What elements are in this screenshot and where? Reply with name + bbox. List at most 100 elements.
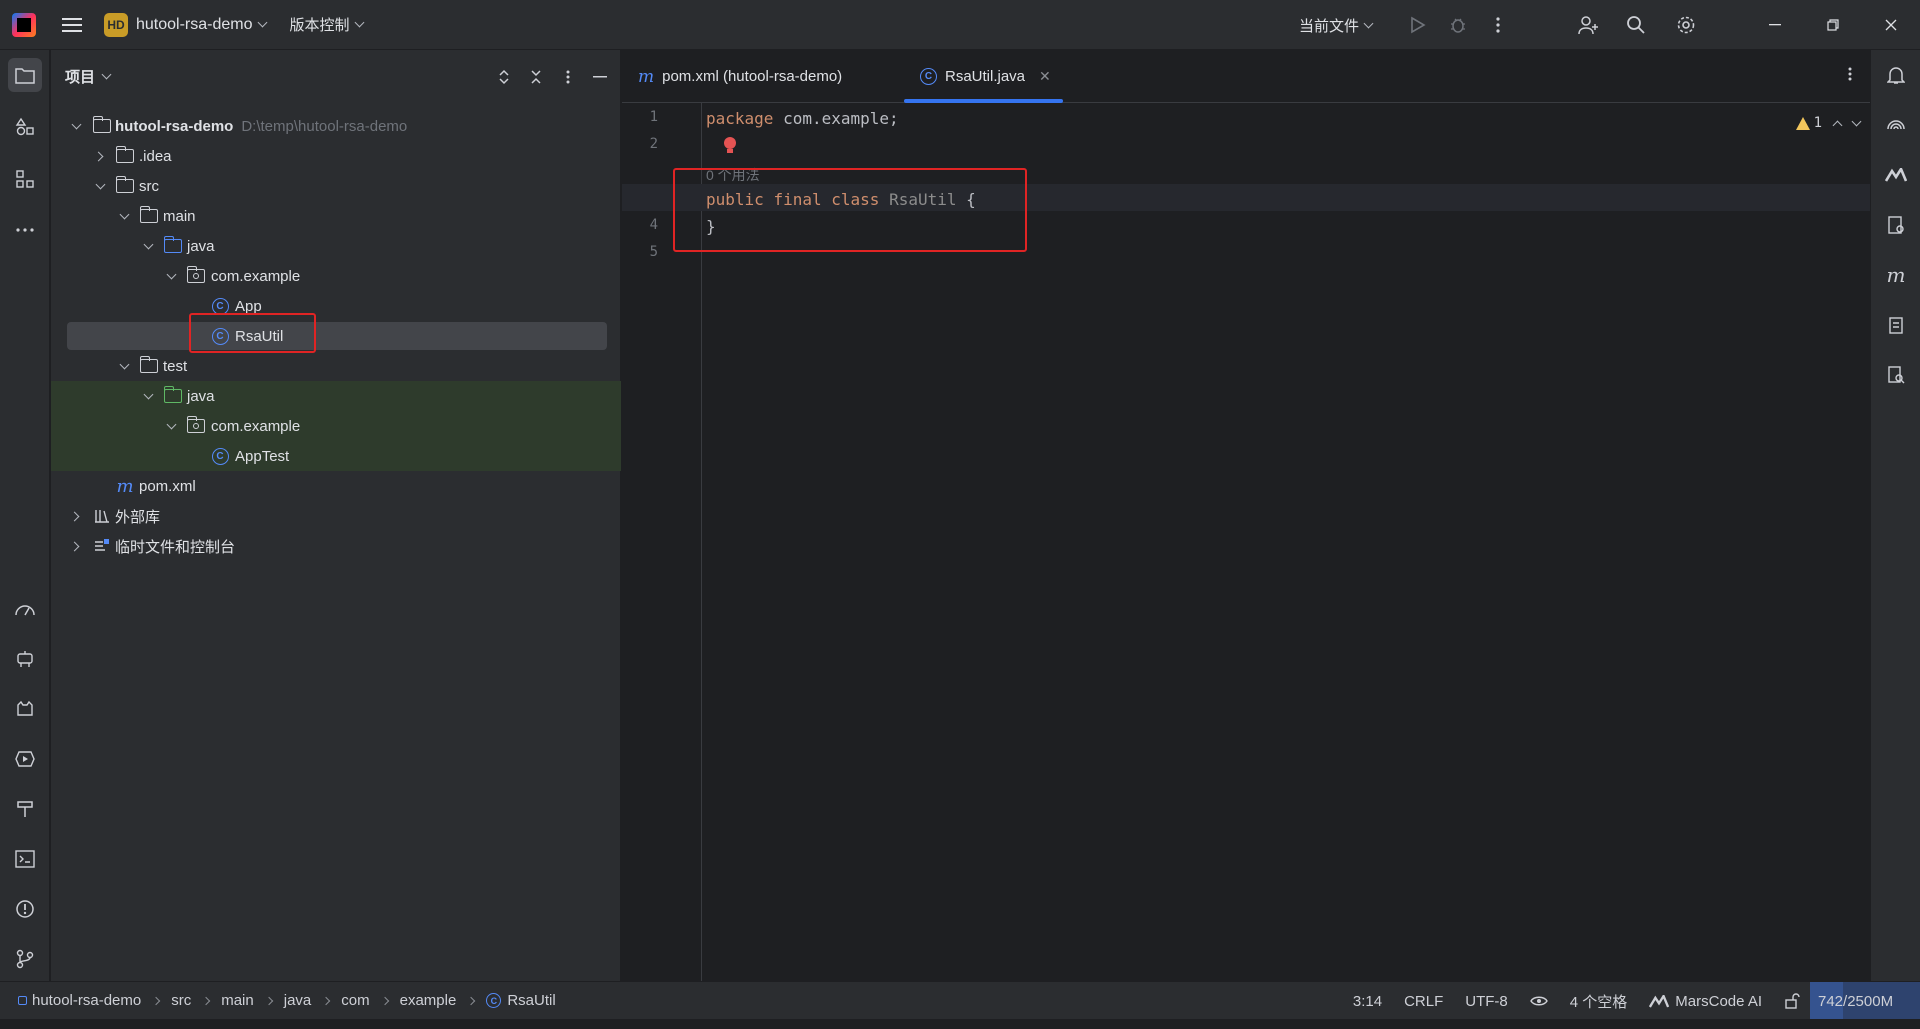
copilot-icon[interactable] xyxy=(1879,108,1913,142)
library-icon xyxy=(93,507,111,525)
file-search-icon[interactable] xyxy=(1879,358,1913,392)
marscode-status[interactable]: MarsCode AI xyxy=(1649,993,1762,1010)
tree-item-test[interactable]: test xyxy=(51,351,621,381)
tree-item-scratches[interactable]: 临时文件和控制台 xyxy=(51,531,621,561)
main-menu-icon[interactable] xyxy=(62,17,82,32)
caret-position[interactable]: 3:14 xyxy=(1353,993,1382,1010)
gear-icon[interactable] xyxy=(1666,0,1706,50)
marscode-icon[interactable] xyxy=(1879,158,1913,192)
minimize-button[interactable] xyxy=(1746,0,1804,50)
ai-assistant-icon[interactable] xyxy=(8,642,42,676)
add-user-icon[interactable] xyxy=(1568,0,1608,50)
breadcrumb-item-rsautil[interactable]: C RsaUtil xyxy=(486,992,556,1009)
line-ending[interactable]: CRLF xyxy=(1404,993,1443,1010)
lock-icon[interactable] xyxy=(1784,993,1800,1009)
close-tab-icon[interactable]: ✕ xyxy=(1039,68,1051,85)
tree-item-src[interactable]: src xyxy=(51,171,621,201)
collapse-all-icon[interactable] xyxy=(526,67,546,87)
tab-rsautil-java[interactable]: C RsaUtil.java ✕ xyxy=(904,50,1063,103)
tree-item-apptest[interactable]: C AppTest xyxy=(51,441,621,471)
chevron-up-icon[interactable] xyxy=(1832,120,1843,130)
project-panel-title[interactable]: 项目 xyxy=(65,66,112,87)
terminal-icon[interactable] xyxy=(8,842,42,876)
chevron-down-icon[interactable] xyxy=(118,359,130,372)
breadcrumb-item-com[interactable]: com xyxy=(341,992,369,1009)
hide-panel-icon[interactable] xyxy=(590,67,610,87)
project-tool-icon[interactable] xyxy=(8,58,42,92)
tree-item-idea[interactable]: .idea xyxy=(51,141,621,171)
git-icon[interactable] xyxy=(8,942,42,976)
chevron-down-icon[interactable] xyxy=(118,209,130,222)
tree-item-test-java[interactable]: java xyxy=(51,381,621,411)
tree-item-main-java[interactable]: java xyxy=(51,231,621,261)
chevron-down-icon[interactable] xyxy=(70,119,82,132)
left-tool-strip xyxy=(0,50,50,981)
breadcrumb-item-src[interactable]: src xyxy=(171,992,191,1009)
cat-plugin-icon[interactable] xyxy=(8,692,42,726)
structure-tool-icon[interactable] xyxy=(8,110,42,144)
tree-item-root[interactable]: hutool-rsa-demo D:\temp\hutool-rsa-demo xyxy=(51,111,621,141)
tree-item-app[interactable]: C App xyxy=(51,291,621,321)
chevron-down-icon[interactable] xyxy=(1851,116,1862,126)
panel-options-icon[interactable] xyxy=(558,67,578,87)
notifications-icon[interactable] xyxy=(1879,58,1913,92)
search-icon[interactable] xyxy=(1616,0,1656,50)
chevron-right-icon xyxy=(264,996,273,1005)
chevron-down-icon[interactable] xyxy=(94,179,106,192)
tree-item-main[interactable]: main xyxy=(51,201,621,231)
chevron-right-icon[interactable] xyxy=(69,540,82,552)
code-area[interactable]: 1 package com.example; 0 个用法 public fina… xyxy=(622,103,1870,981)
file-encoding[interactable]: UTF-8 xyxy=(1465,993,1508,1010)
usages-hint[interactable]: 0 个用法 xyxy=(706,165,760,185)
breadcrumb-item-project[interactable]: hutool-rsa-demo xyxy=(18,992,141,1009)
line-number: 4 xyxy=(649,217,658,233)
tree-item-pom[interactable]: m pom.xml xyxy=(51,471,621,501)
expand-all-icon[interactable] xyxy=(494,67,514,87)
services-icon[interactable] xyxy=(8,742,42,776)
chevron-down-icon[interactable] xyxy=(165,419,177,432)
tab-pom-xml[interactable]: m pom.xml (hutool-rsa-demo) xyxy=(638,50,842,103)
test-folder-icon xyxy=(163,386,182,405)
inspection-widget[interactable]: 1 xyxy=(1795,115,1862,131)
chevron-down-icon[interactable] xyxy=(142,239,154,252)
tree-item-label: test xyxy=(163,357,188,375)
debug-icon[interactable] xyxy=(1438,0,1478,50)
tabs-options-icon[interactable] xyxy=(1848,66,1852,87)
vcs-menu[interactable]: 版本控制 xyxy=(290,14,364,35)
plugins-tool-icon[interactable] xyxy=(8,162,42,196)
tree-item-main-package[interactable]: com.example xyxy=(51,261,621,291)
chevron-right-icon[interactable] xyxy=(69,510,82,522)
more-tools-icon[interactable] xyxy=(8,213,42,247)
problems-icon[interactable] xyxy=(8,892,42,926)
maven-tool-icon[interactable]: m xyxy=(1879,258,1913,292)
memory-indicator[interactable]: 742/2500M xyxy=(1810,982,1920,1020)
indent-setting[interactable]: 4 个空格 xyxy=(1570,991,1628,1012)
breadcrumb-item-java[interactable]: java xyxy=(284,992,312,1009)
profiler-icon[interactable] xyxy=(8,592,42,626)
build-icon[interactable] xyxy=(8,792,42,826)
project-switcher[interactable]: hutool-rsa-demo xyxy=(136,16,267,34)
clipboard-icon[interactable] xyxy=(1879,308,1913,342)
more-actions-icon[interactable] xyxy=(1478,0,1518,50)
run-icon[interactable] xyxy=(1398,0,1438,50)
chevron-right-icon xyxy=(467,996,476,1005)
chevron-right-icon[interactable] xyxy=(93,150,106,162)
eye-icon[interactable] xyxy=(1529,995,1548,1007)
close-window-button[interactable] xyxy=(1862,0,1920,50)
database-icon[interactable] xyxy=(1879,208,1913,242)
run-config-selector[interactable]: 当前文件 xyxy=(1299,15,1374,36)
tree-item-external-libraries[interactable]: 外部库 xyxy=(51,501,621,531)
folder-icon xyxy=(139,356,158,375)
folder-icon xyxy=(139,206,158,225)
intention-bulb-icon[interactable] xyxy=(724,137,736,153)
chevron-down-icon xyxy=(1363,18,1374,28)
chevron-down-icon[interactable] xyxy=(142,389,154,402)
breadcrumb-item-example[interactable]: example xyxy=(400,992,457,1009)
line-gutter: 1 2 3 4 5 xyxy=(622,103,702,981)
chevron-down-icon xyxy=(101,69,112,80)
tree-item-rsautil[interactable]: C RsaUtil xyxy=(51,321,621,351)
restore-button[interactable] xyxy=(1804,0,1862,50)
breadcrumb-item-main[interactable]: main xyxy=(221,992,254,1009)
tree-item-test-package[interactable]: com.example xyxy=(51,411,621,441)
chevron-down-icon[interactable] xyxy=(165,269,177,282)
